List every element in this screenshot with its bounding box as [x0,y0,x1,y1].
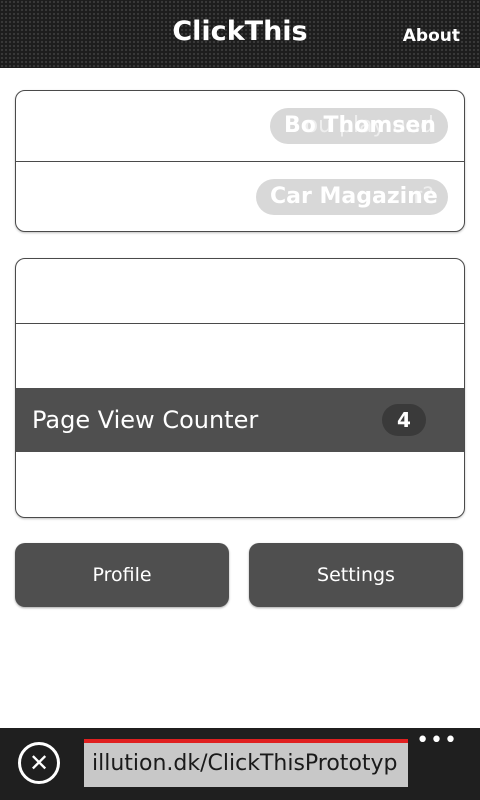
name-pill[interactable]: r? Car Magazine [256,179,448,215]
url-text: illution.dk/ClickThisPrototyp [92,751,398,776]
profile-button[interactable]: Profile [15,543,229,607]
pill-label: Bo Thomsen [284,113,436,138]
page-view-counter-row[interactable]: Page View Counter 4 [16,388,464,452]
close-icon[interactable]: ✕ [18,742,60,784]
menu-list: Page View Counter 4 [15,258,465,518]
list-item[interactable] [16,452,464,516]
browser-app-bar: ✕ illution.dk/ClickThisPrototyp ••• [0,728,480,800]
address-bar[interactable]: illution.dk/ClickThisPrototyp [84,739,408,787]
more-icon[interactable]: ••• [416,728,458,753]
list-item[interactable]: ou play and Bo Thomsen [16,91,464,162]
about-link[interactable]: About [403,26,460,46]
settings-button[interactable]: Settings [249,543,463,607]
follow-list: ou play and Bo Thomsen r? Car Magazine [15,90,465,232]
list-item[interactable]: r? Car Magazine [16,162,464,231]
list-item[interactable] [16,324,464,388]
name-pill[interactable]: ou play and Bo Thomsen [270,108,448,144]
list-item[interactable] [16,259,464,324]
pill-label: Car Magazine [270,184,438,209]
counter-label: Page View Counter [32,406,259,434]
app-header: ClickThis About [0,0,480,68]
counter-badge: 4 [382,404,426,436]
